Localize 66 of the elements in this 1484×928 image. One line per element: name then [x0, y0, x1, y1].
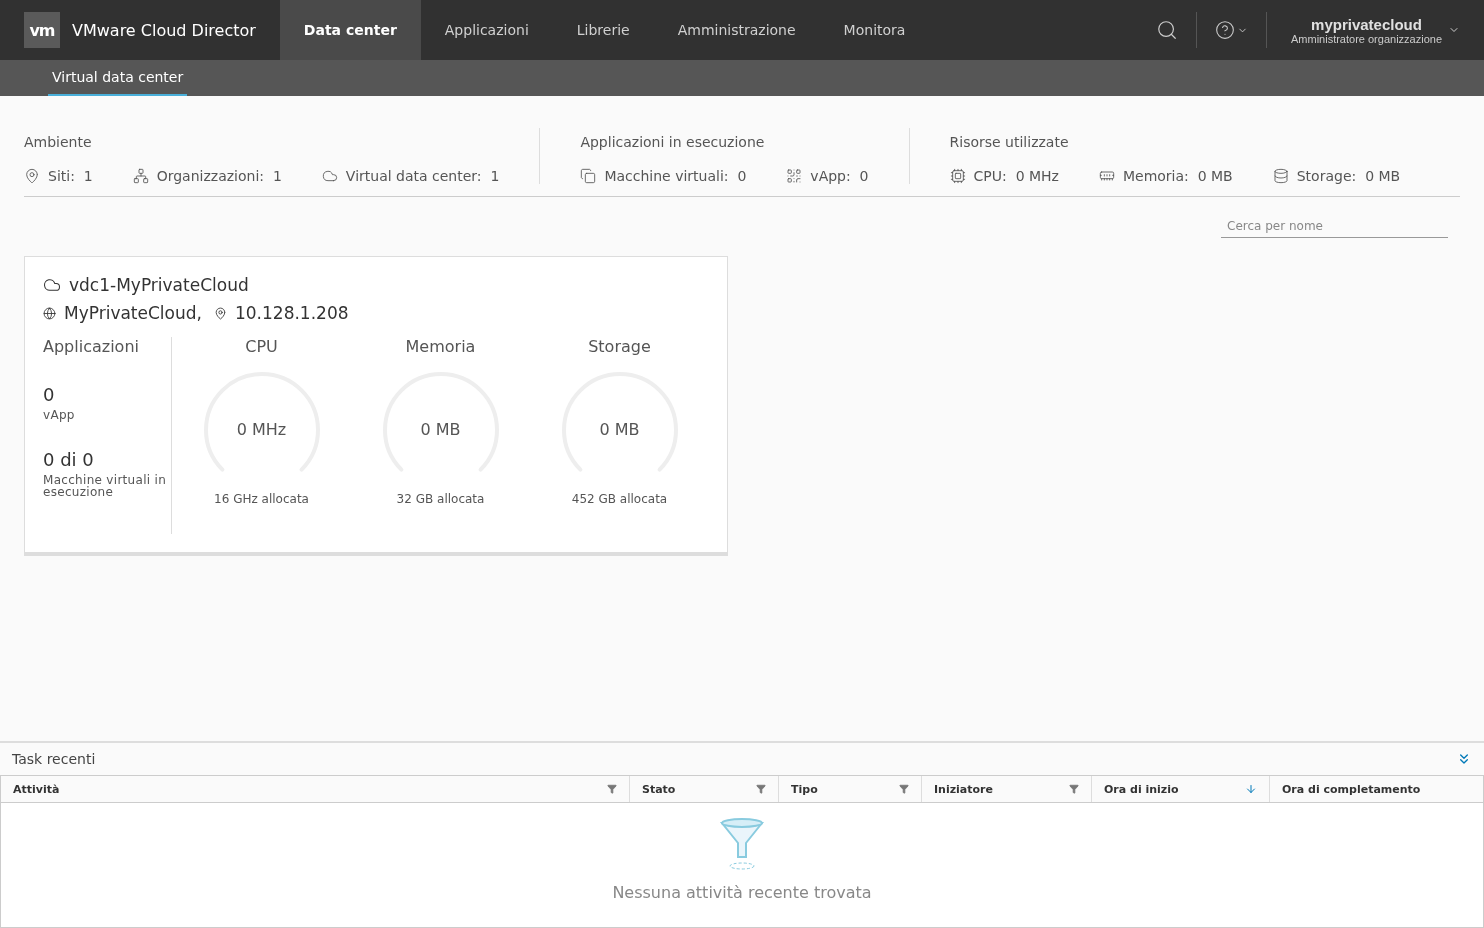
- stat-text: Virtual data center: 1: [345, 168, 500, 184]
- column-header[interactable]: Stato: [629, 776, 778, 802]
- empty-message: Nessuna attività recente trovata: [612, 883, 872, 902]
- stat-text: CPU: 0 MHz: [973, 168, 1059, 184]
- app-count: 0: [43, 384, 56, 405]
- app-label: Macchine virtuali in esecuzione: [43, 474, 168, 498]
- sub-nav-tab[interactable]: Virtual data center: [48, 60, 188, 96]
- section-title: Applicazioni in esecuzione: [580, 134, 766, 150]
- network-icon: [132, 168, 149, 184]
- app-title: VMware Cloud Director: [72, 20, 256, 40]
- copy-icon: [580, 168, 597, 184]
- app-count: 0 di 0: [43, 449, 95, 470]
- cloud-icon: [321, 168, 338, 184]
- stat-text: Organizzazioni: 1: [156, 168, 282, 184]
- gauge-value: 0 MB: [599, 420, 640, 439]
- gauge-value: 0 MHz: [236, 420, 287, 439]
- column-header[interactable]: Iniziatore: [921, 776, 1091, 802]
- memory-stick-icon: [1098, 168, 1115, 184]
- qr-code-icon: [786, 168, 803, 184]
- funnel-icon: [719, 817, 765, 871]
- cloud-icon: [43, 276, 61, 294]
- gauge-title: CPU: [245, 337, 278, 356]
- cpu-icon: [949, 168, 966, 184]
- user-menu[interactable]: myprivatecloud Amministratore organizzazione: [1267, 15, 1484, 45]
- ip-address: 10.128.1.208: [234, 303, 349, 323]
- vdc-card[interactable]: vdc1-MyPrivateCloud MyPrivateCloud, 10.128.1.208 Applicazioni 0 vApp 0 di 0 Macchine virtuali in esecuzione CPU 0 MHz 16 GHz allocata Memoria 0 MB 32 GB allocata Storage 0 MB 452 GB allocata: [24, 256, 728, 553]
- filter-icon[interactable]: [607, 784, 617, 794]
- search-field[interactable]: Cerca per nome: [1221, 215, 1448, 238]
- database-icon: [1272, 168, 1289, 184]
- apps-title: Applicazioni: [43, 337, 140, 356]
- nav-tab[interactable]: Data center: [279, 0, 421, 60]
- org-name: MyPrivateCloud,: [64, 303, 202, 323]
- nav-tab[interactable]: Applicazioni: [420, 0, 553, 60]
- gauge-caption: 32 GB allocata: [396, 492, 485, 506]
- stat-text: Memoria: 0 MB: [1122, 168, 1233, 184]
- column-header[interactable]: Tipo: [778, 776, 921, 802]
- gauge-title: Storage: [588, 337, 651, 356]
- filter-icon[interactable]: [1069, 784, 1079, 794]
- column-header[interactable]: Ora di completamento: [1269, 776, 1483, 802]
- gauge-title: Memoria: [405, 337, 476, 356]
- filter-icon[interactable]: [899, 784, 909, 794]
- app-label: vApp: [43, 409, 76, 421]
- vdc-name: vdc1-MyPrivateCloud: [69, 275, 249, 295]
- stat-text: Macchine virtuali: 0: [604, 168, 747, 184]
- logo: vm: [24, 12, 60, 48]
- stat-text: vApp: 0: [810, 168, 869, 184]
- nav-tab[interactable]: Amministrazione: [653, 0, 820, 60]
- gauge-value: 0 MB: [420, 420, 461, 439]
- filter-icon[interactable]: [756, 784, 766, 794]
- stat-text: Storage: 0 MB: [1296, 168, 1401, 184]
- gauge-caption: 16 GHz allocata: [214, 492, 309, 506]
- help-icon: [1215, 20, 1235, 40]
- column-header[interactable]: Ora di inizio: [1091, 776, 1269, 802]
- column-header[interactable]: Attività: [1, 776, 629, 802]
- section-title: Risorse utilizzate: [949, 134, 1070, 150]
- section-title: Ambiente: [24, 134, 93, 150]
- globe-icon: [43, 306, 56, 320]
- map-pin-icon: [24, 168, 40, 184]
- gauge-caption: 452 GB allocata: [571, 492, 668, 506]
- sort-arrow-icon[interactable]: [1245, 783, 1257, 795]
- map-pin-icon: [213, 306, 227, 320]
- nav-tab[interactable]: Monitora: [819, 0, 930, 60]
- stat-text: Siti: 1: [48, 168, 93, 184]
- panel-title: Task recenti: [12, 751, 96, 767]
- search-icon: [1156, 19, 1178, 41]
- nav-tab[interactable]: Librerie: [552, 0, 654, 60]
